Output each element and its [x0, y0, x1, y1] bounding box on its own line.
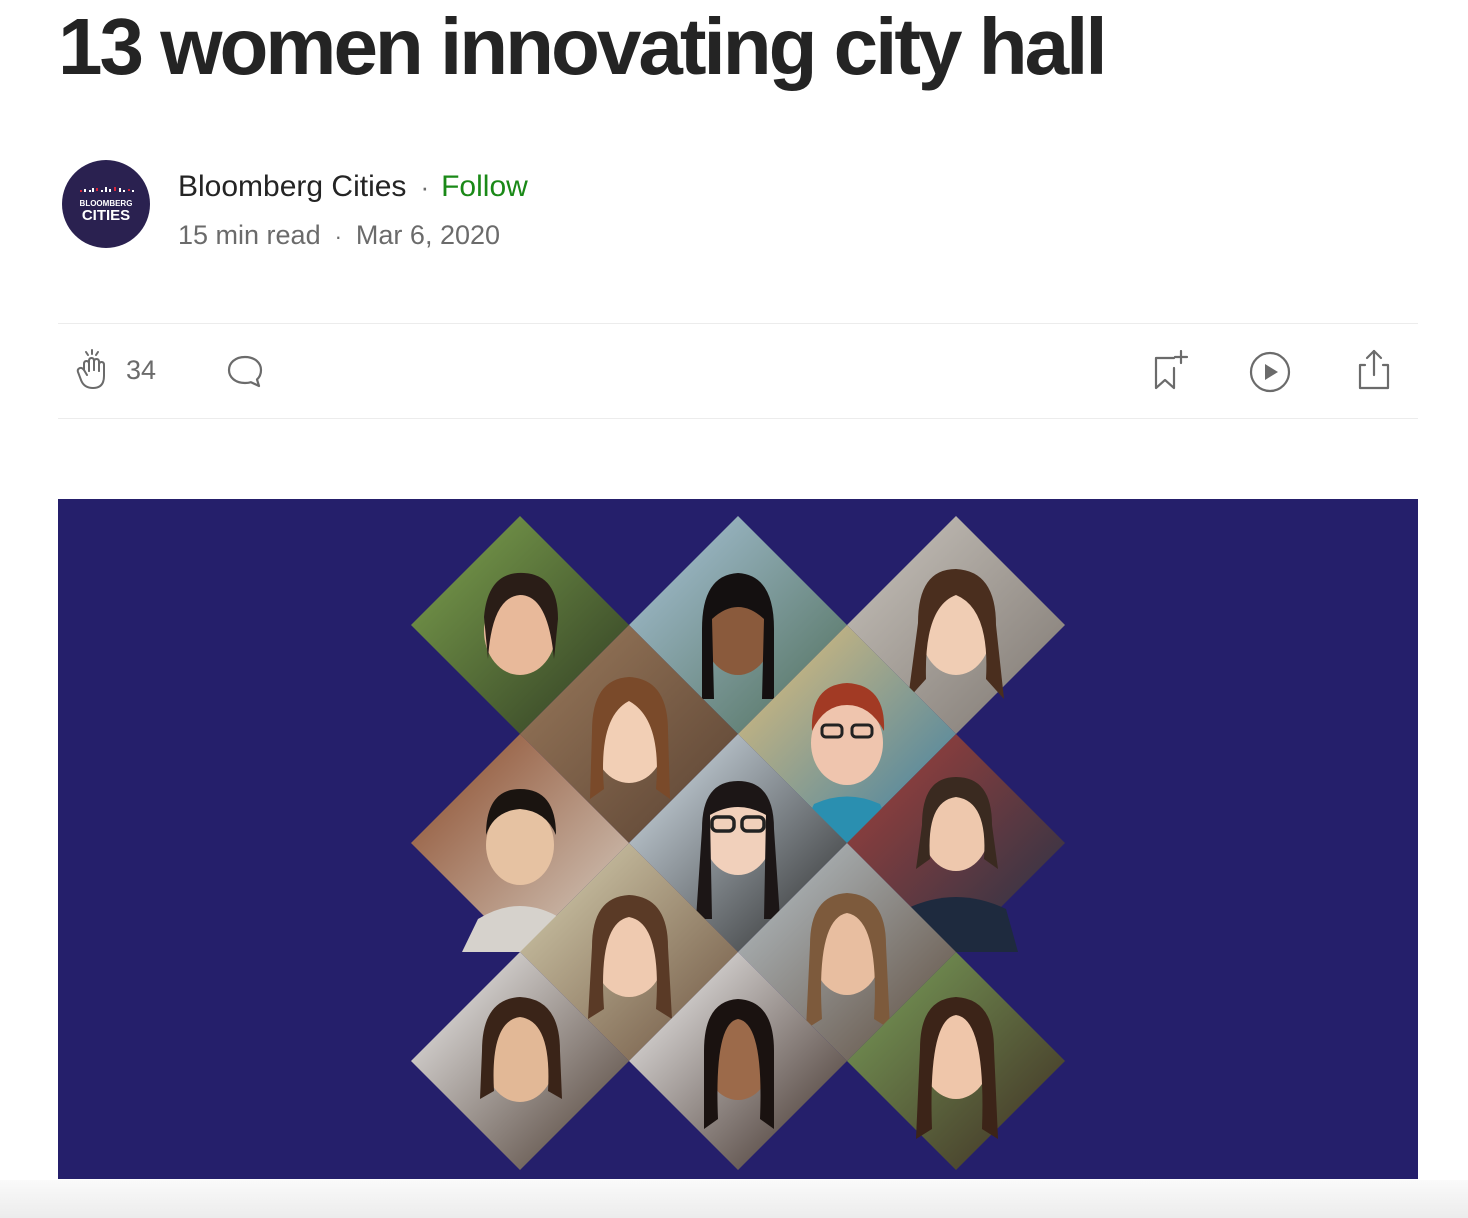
clap-icon	[76, 349, 105, 389]
follow-button[interactable]: Follow	[441, 170, 528, 203]
listen-button[interactable]	[1248, 350, 1292, 399]
author-row: Bloomberg Cities · Follow	[178, 168, 528, 206]
avatar-line2: CITIES	[82, 207, 130, 224]
publish-date: Mar 6, 2020	[355, 220, 501, 250]
article-page: 13 women innovating city hall BLOOMBERG	[0, 0, 1468, 1218]
article-meta: 15 min read · Mar 6, 2020	[178, 217, 500, 255]
separator-dot: ·	[420, 172, 430, 202]
clap-button[interactable]: 34	[76, 348, 156, 392]
author-name[interactable]: Bloomberg Cities	[178, 170, 406, 203]
share-button[interactable]	[1352, 348, 1396, 397]
action-bar: 34	[58, 323, 1418, 419]
separator-dot: ·	[334, 224, 342, 249]
portrait-mosaic	[411, 516, 1065, 1170]
comment-button[interactable]	[226, 354, 264, 395]
read-time: 15 min read	[178, 220, 321, 250]
clap-count: 34	[126, 354, 157, 385]
play-icon	[1249, 351, 1291, 393]
share-icon	[1358, 349, 1390, 390]
comment-icon	[227, 355, 263, 388]
save-button[interactable]	[1152, 349, 1192, 397]
article-title: 13 women innovating city hall	[58, 2, 1108, 91]
bookmark-add-icon	[1154, 349, 1189, 390]
window-bottom-edge	[0, 1180, 1468, 1218]
author-avatar[interactable]: BLOOMBERG CITIES	[62, 160, 150, 248]
hero-image	[58, 499, 1418, 1179]
